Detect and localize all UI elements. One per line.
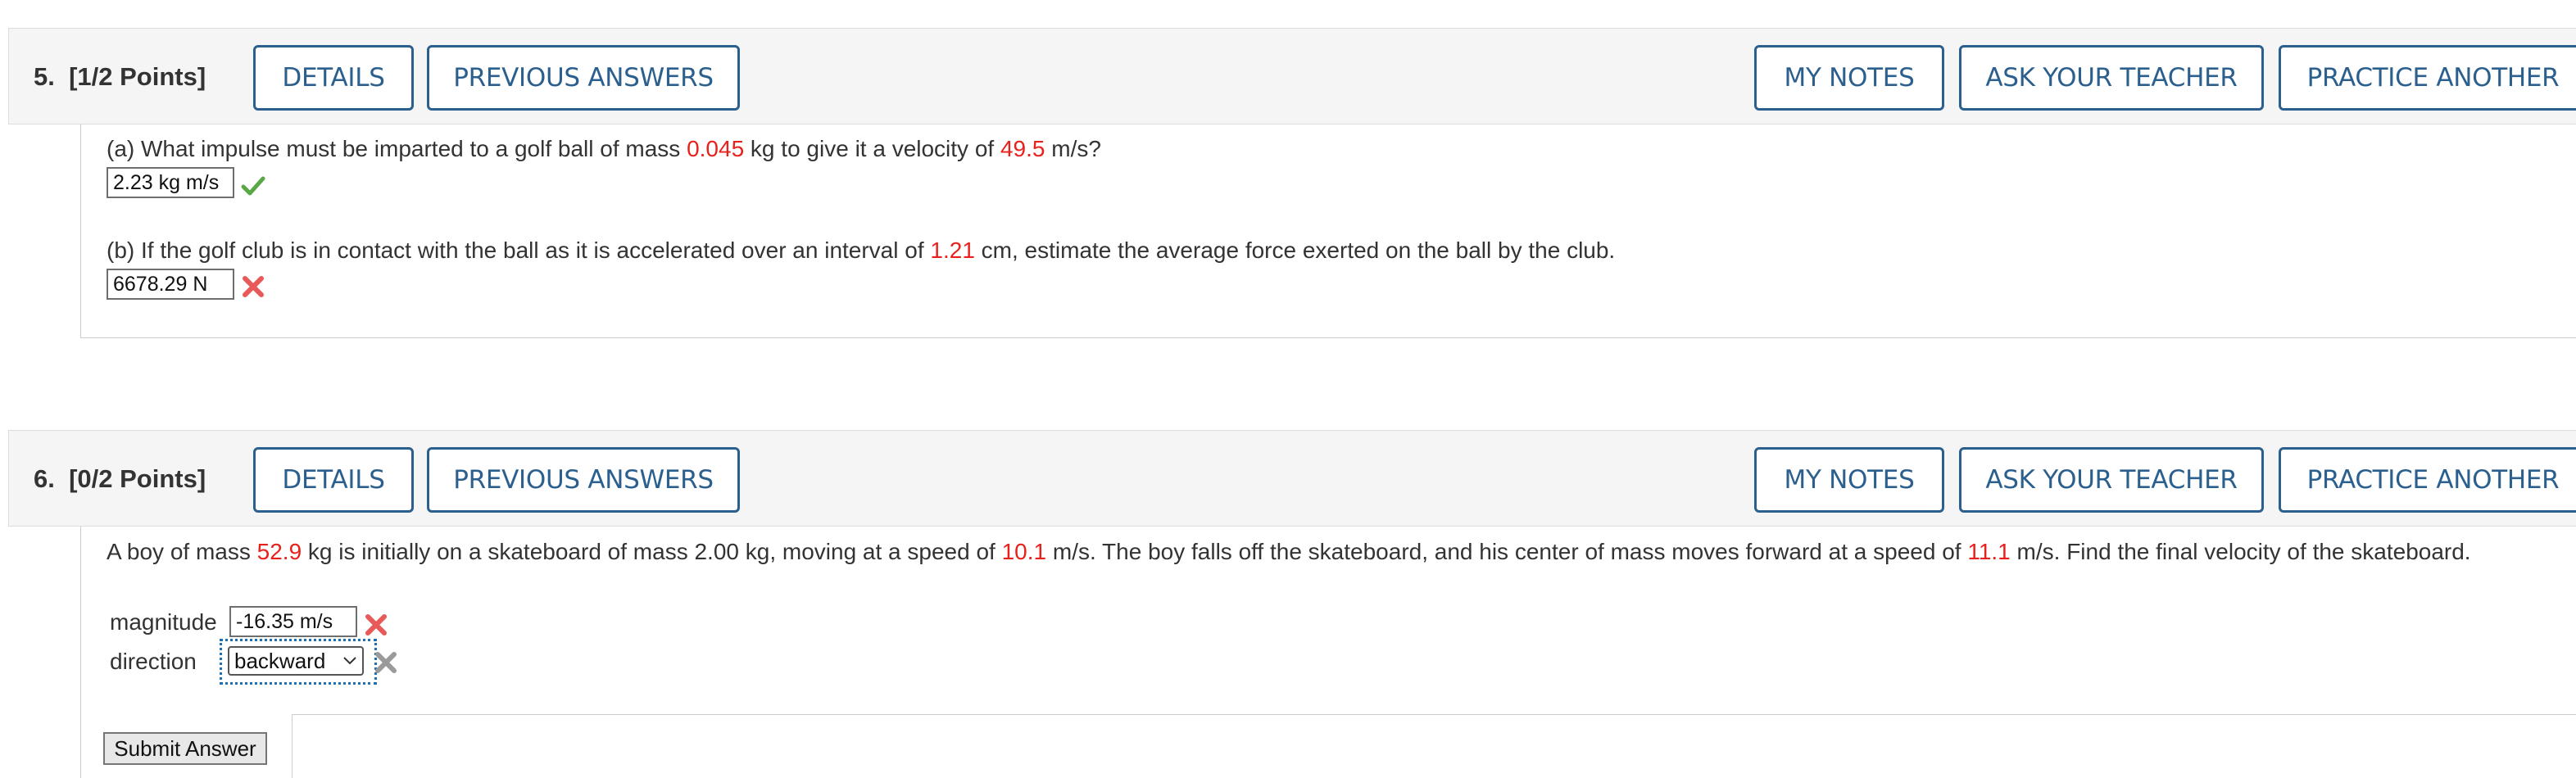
question-6-header: 6. [0/2 Points] DETAILS PREVIOUS ANSWERS…	[8, 430, 2576, 527]
my-notes-button[interactable]: MY NOTES	[1754, 447, 1944, 513]
magnitude-answer-field[interactable]: -16.35 m/s	[229, 606, 357, 637]
details-button[interactable]: DETAILS	[253, 447, 414, 513]
cross-icon	[243, 276, 264, 297]
question-6-points: [0/2 Points]	[69, 464, 206, 493]
practice-another-button[interactable]: PRACTICE ANOTHER	[2279, 447, 2576, 513]
cross-icon	[365, 614, 387, 636]
ask-your-teacher-button[interactable]: ASK YOUR TEACHER	[1959, 447, 2264, 513]
ask-your-teacher-button[interactable]: ASK YOUR TEACHER	[1959, 45, 2264, 111]
question-5-part-b-text: (b) If the golf club is in contact with …	[107, 237, 1616, 263]
cross-grey-icon	[375, 652, 397, 673]
question-5-number: 5. [1/2 Points]	[34, 62, 206, 91]
my-notes-button[interactable]: MY NOTES	[1754, 45, 1944, 111]
practice-another-button[interactable]: PRACTICE ANOTHER	[2279, 45, 2576, 111]
chevron-down-icon	[343, 657, 356, 665]
check-icon	[241, 176, 265, 196]
part-b-answer-field[interactable]: 6678.29 N	[107, 269, 234, 300]
part-a-answer-field[interactable]: 2.23 kg m/s	[107, 167, 234, 198]
magnitude-label: magnitude	[110, 609, 217, 635]
previous-answers-button[interactable]: PREVIOUS ANSWERS	[427, 447, 740, 513]
submit-answer-button[interactable]: Submit Answer	[103, 732, 267, 765]
submission-feedback-area	[292, 714, 2576, 778]
direction-label: direction	[110, 649, 197, 674]
direction-selected-value: backward	[234, 649, 326, 673]
question-5-part-a-text: (a) What impulse must be imparted to a g…	[107, 136, 1101, 161]
direction-select[interactable]: backward	[228, 646, 364, 676]
question-6-number: 6. [0/2 Points]	[34, 464, 206, 493]
previous-answers-button[interactable]: PREVIOUS ANSWERS	[427, 45, 740, 111]
question-5-header: 5. [1/2 Points] DETAILS PREVIOUS ANSWERS…	[8, 28, 2576, 124]
details-button[interactable]: DETAILS	[253, 45, 414, 111]
question-5-points: [1/2 Points]	[69, 62, 206, 91]
direction-select-focus-ring: backward	[220, 639, 377, 685]
question-6-text: A boy of mass 52.9 kg is initially on a …	[107, 539, 2471, 564]
